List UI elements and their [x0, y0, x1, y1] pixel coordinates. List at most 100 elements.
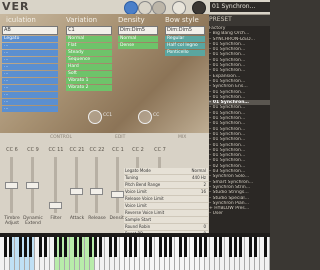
column-dropdown[interactable]: C1 — [66, 26, 112, 35]
black-key[interactable] — [3, 237, 7, 257]
fader-handle[interactable] — [111, 190, 124, 198]
black-key[interactable] — [233, 237, 237, 257]
articulation-item[interactable]: Flat — [66, 43, 112, 49]
keyboard[interactable] — [0, 233, 270, 270]
pan-knob[interactable] — [138, 1, 152, 15]
setting-value[interactable]: 16 — [201, 189, 206, 195]
black-key[interactable] — [253, 237, 257, 257]
setting-row[interactable]: Sample Start — [124, 217, 208, 224]
black-key[interactable] — [148, 237, 152, 257]
black-key[interactable] — [158, 237, 162, 257]
column-dropdown[interactable]: AB — [2, 26, 58, 35]
setting-value[interactable]: 440 Hz — [192, 175, 206, 181]
black-key[interactable] — [98, 237, 102, 257]
fader-handle[interactable] — [70, 187, 83, 195]
articulation-item[interactable]: Normal — [118, 36, 158, 42]
articulation-item[interactable]: Steady — [66, 50, 112, 56]
fader-handle[interactable] — [5, 182, 18, 190]
setting-row[interactable]: Pitch Bend Range 2 — [124, 182, 208, 189]
articulation-item[interactable]: Dense — [118, 43, 158, 49]
black-key[interactable] — [248, 237, 252, 257]
tune-knob[interactable] — [152, 1, 166, 15]
xy-control-1[interactable] — [88, 110, 102, 124]
black-key[interactable] — [228, 237, 232, 257]
black-key[interactable] — [58, 237, 62, 257]
articulation-item[interactable]: Normal — [66, 36, 112, 42]
articulation-item[interactable]: … — [2, 50, 58, 56]
black-key[interactable] — [183, 237, 187, 257]
articulation-item[interactable]: Hard — [66, 64, 112, 70]
black-key[interactable] — [113, 237, 117, 257]
articulation-item[interactable]: … — [2, 78, 58, 84]
black-key[interactable] — [53, 237, 57, 257]
black-key[interactable] — [163, 237, 167, 257]
preset-browser[interactable]: Factory – Big Bang Orch… – SYNCHRON-IZED… –… — [209, 26, 270, 233]
fader-track[interactable] — [116, 157, 119, 213]
setting-value[interactable]: 0 — [203, 224, 206, 230]
articulation-item[interactable]: … — [2, 85, 58, 91]
setting-value[interactable]: 2 — [203, 182, 206, 188]
articulation-item[interactable]: Soft — [66, 71, 112, 77]
preset-name-field[interactable]: 01 Synchron… — [210, 2, 270, 12]
black-key[interactable] — [193, 237, 197, 257]
articulation-item[interactable]: … — [2, 64, 58, 70]
black-key[interactable] — [133, 237, 137, 257]
articulation-item[interactable]: … — [2, 99, 58, 105]
fader-handle[interactable] — [90, 187, 103, 195]
black-key[interactable] — [73, 237, 77, 257]
black-key[interactable] — [143, 237, 147, 257]
black-key[interactable] — [108, 237, 112, 257]
setting-row[interactable]: Voice Limit 16 — [124, 189, 208, 196]
articulation-item[interactable]: Regular — [165, 36, 205, 42]
black-key[interactable] — [238, 237, 242, 257]
black-key[interactable] — [218, 237, 222, 257]
setting-row[interactable]: Tuning 440 Hz — [124, 175, 208, 182]
black-key[interactable] — [23, 237, 27, 257]
fader-handle[interactable] — [26, 182, 39, 190]
preset-list-item[interactable]: – User — [209, 211, 270, 216]
xy-control-2[interactable] — [138, 110, 152, 124]
output-knob[interactable] — [172, 1, 186, 15]
black-key[interactable] — [18, 237, 22, 257]
articulation-item[interactable]: … — [2, 106, 58, 112]
setting-row[interactable]: Reverse Voice Limit — [124, 210, 208, 217]
articulation-item[interactable]: … — [2, 57, 58, 63]
articulation-item[interactable]: … — [2, 71, 58, 77]
black-key[interactable] — [28, 237, 32, 257]
black-key[interactable] — [8, 237, 12, 257]
fader-track[interactable] — [95, 157, 98, 213]
volume-knob[interactable] — [124, 1, 138, 15]
setting-value[interactable]: Normal — [192, 168, 206, 174]
black-key[interactable] — [88, 237, 92, 257]
articulation-item[interactable]: Legato — [2, 36, 58, 42]
black-key[interactable] — [43, 237, 47, 257]
articulation-item[interactable]: Sequence — [66, 57, 112, 63]
articulation-item[interactable]: Vibrato 1 — [66, 78, 112, 84]
black-key[interactable] — [93, 237, 97, 257]
black-key[interactable] — [168, 237, 172, 257]
setting-row[interactable]: Voice Limit — [124, 203, 208, 210]
articulation-item[interactable]: Ponticello — [165, 50, 205, 56]
black-key[interactable] — [213, 237, 217, 257]
black-key[interactable] — [123, 237, 127, 257]
setting-row[interactable]: Release Voice Limit — [124, 196, 208, 203]
column-dropdown[interactable]: Dim:Dim5 — [118, 26, 158, 35]
fader-track[interactable] — [75, 157, 78, 213]
setting-row[interactable]: Round Robin 0 — [124, 224, 208, 231]
articulation-item[interactable]: Half col legno — [165, 43, 205, 49]
black-key[interactable] — [263, 237, 267, 257]
power-icon[interactable] — [192, 1, 206, 15]
black-key[interactable] — [178, 237, 182, 257]
black-key[interactable] — [203, 237, 207, 257]
articulation-item[interactable]: … — [2, 92, 58, 98]
articulation-item[interactable]: Vibrato 2 — [66, 85, 112, 91]
black-key[interactable] — [78, 237, 82, 257]
black-key[interactable] — [128, 237, 132, 257]
column-dropdown[interactable]: Dim:Dim5 — [165, 26, 205, 35]
fader-handle[interactable] — [49, 201, 62, 209]
black-key[interactable] — [198, 237, 202, 257]
black-key[interactable] — [38, 237, 42, 257]
setting-row[interactable]: Legato Mode Normal — [124, 168, 208, 175]
black-key[interactable] — [63, 237, 67, 257]
articulation-item[interactable]: … — [2, 43, 58, 49]
